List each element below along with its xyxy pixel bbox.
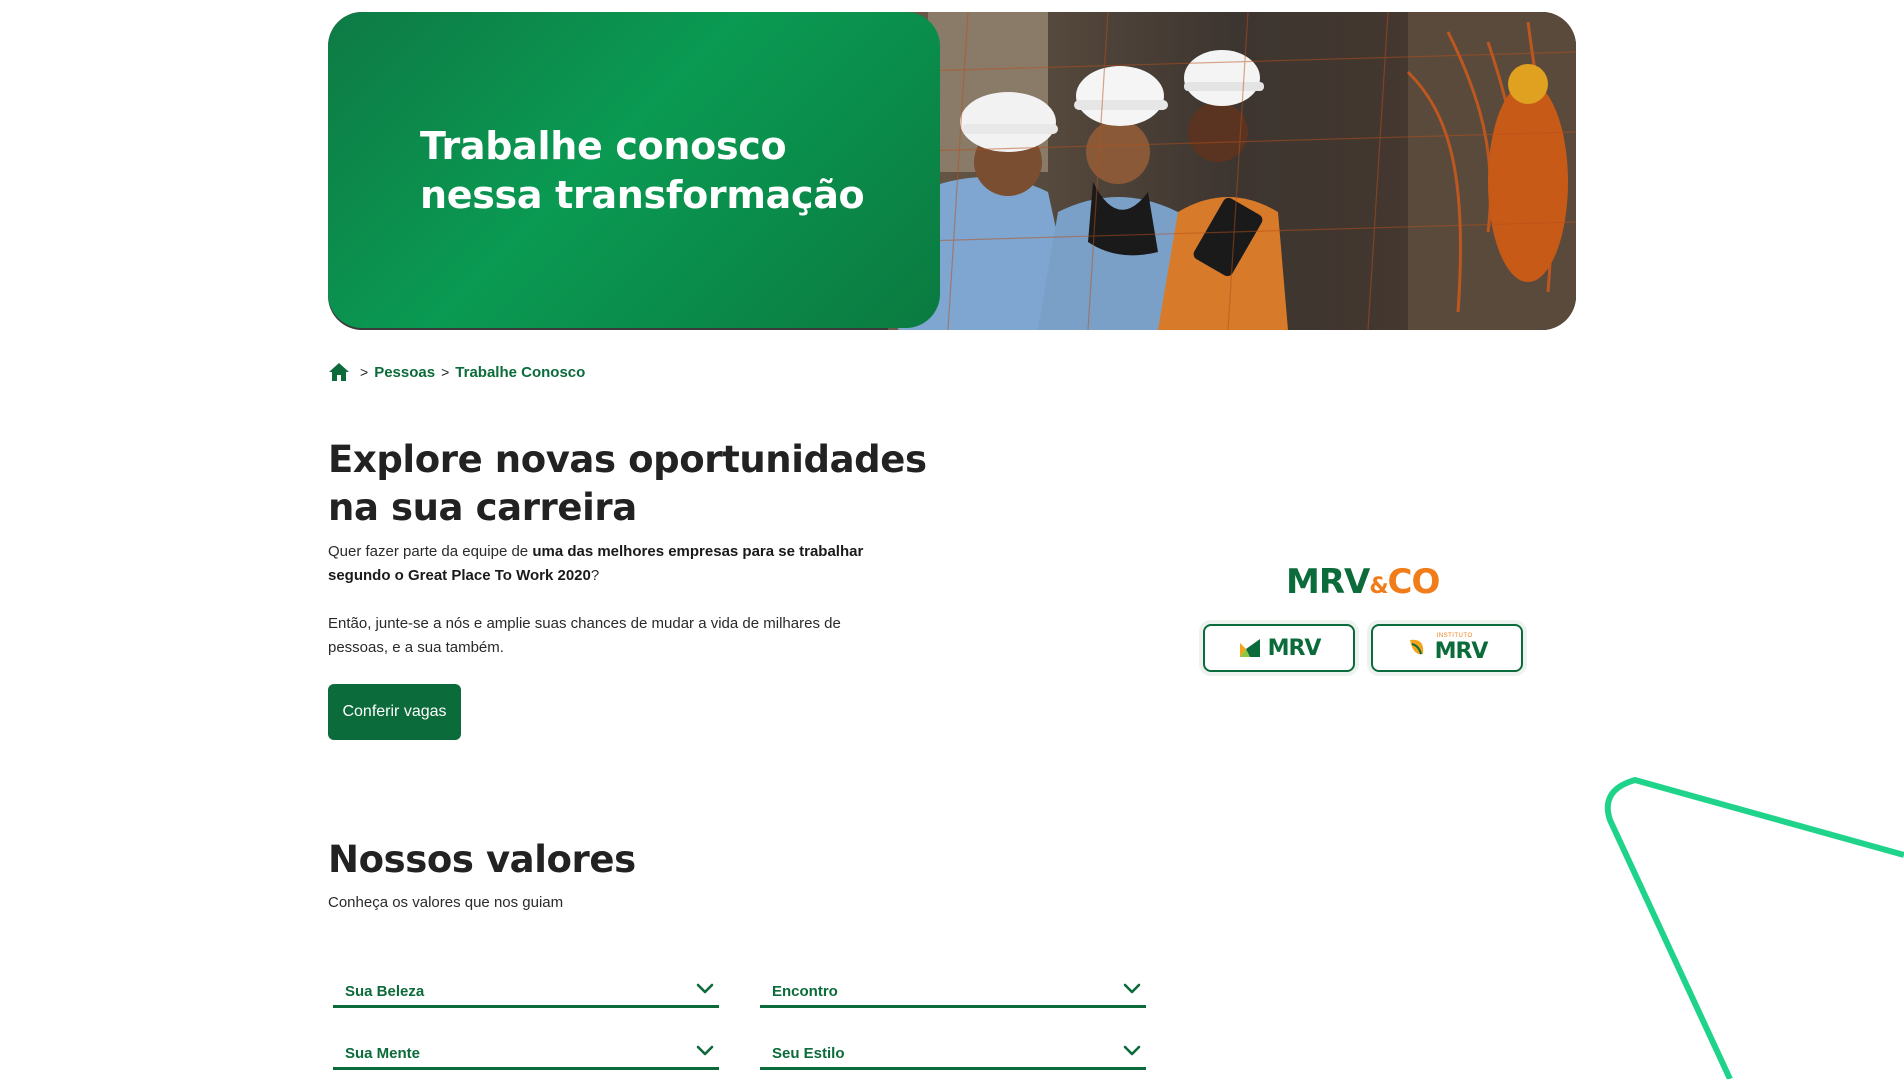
intro-text: Quer fazer parte da equipe de uma das me… bbox=[328, 543, 864, 584]
intro-title: Explore novas oportunidades na sua carre… bbox=[328, 438, 927, 529]
decorative-triangle bbox=[1604, 777, 1904, 1079]
leaf-icon bbox=[1409, 639, 1423, 655]
accordion-encontro[interactable]: Encontro bbox=[760, 968, 1146, 1008]
mrv-co-logo: MRV&CO bbox=[1286, 562, 1440, 602]
instituto-mrv-logo-link[interactable]: INSTITUTO MRV bbox=[1371, 624, 1523, 672]
hero-banner: Trabalhe conosco nessa transformação bbox=[328, 12, 1576, 330]
values-title: Nossos valores bbox=[328, 838, 636, 881]
chevron-down-icon bbox=[696, 983, 714, 993]
intro-text-secondary: Então, junte-se a nós e amplie suas chan… bbox=[328, 615, 841, 656]
conferir-vagas-button[interactable]: Conferir vagas bbox=[328, 684, 461, 740]
breadcrumb-separator: > bbox=[360, 364, 369, 380]
accordion-sua-mente[interactable]: Sua Mente bbox=[333, 1030, 719, 1070]
breadcrumb: > Pessoas > Trabalhe Conosco bbox=[328, 360, 585, 384]
breadcrumb-item-pessoas[interactable]: Pessoas bbox=[374, 364, 435, 381]
hero-photo-workers bbox=[888, 12, 1576, 330]
home-icon[interactable] bbox=[328, 361, 350, 383]
chevron-down-icon bbox=[1123, 983, 1141, 993]
hero-title: Trabalhe conosco nessa transformação bbox=[420, 124, 865, 217]
accordion-seu-estilo[interactable]: Seu Estilo bbox=[760, 1030, 1146, 1070]
accordion-sua-beleza[interactable]: Sua Beleza bbox=[333, 968, 719, 1008]
values-subtitle: Conheça os valores que nos guiam bbox=[328, 894, 564, 911]
chevron-down-icon bbox=[696, 1045, 714, 1055]
mrv-mark-icon bbox=[1239, 639, 1260, 657]
breadcrumb-item-current: Trabalhe Conosco bbox=[455, 363, 586, 381]
hero-green-card: Trabalhe conosco nessa transformação bbox=[328, 12, 940, 328]
mrv-logo-link[interactable]: MRV bbox=[1203, 624, 1355, 672]
breadcrumb-separator: > bbox=[441, 364, 450, 380]
chevron-down-icon bbox=[1123, 1045, 1141, 1055]
